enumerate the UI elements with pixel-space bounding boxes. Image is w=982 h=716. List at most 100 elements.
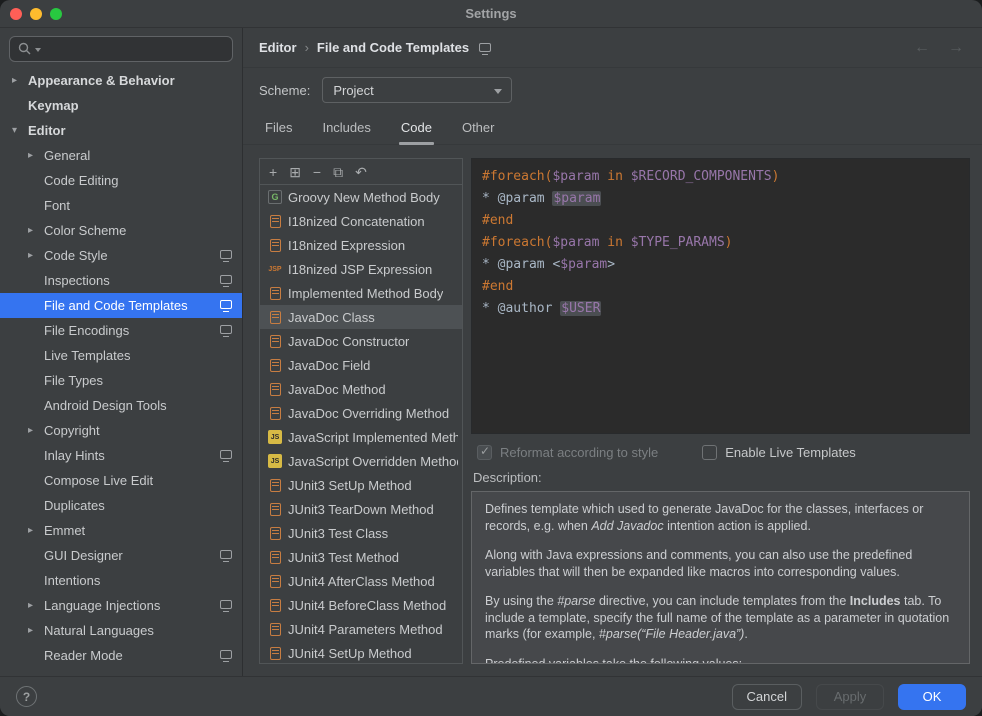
template-item-junit4-beforeclass-method[interactable]: JUnit4 BeforeClass Method	[260, 593, 462, 617]
search-history-chevron-icon[interactable]	[35, 48, 41, 52]
template-item-i18nized-jsp-expression[interactable]: JSPI18nized JSP Expression	[260, 257, 462, 281]
template-item-junit4-parameters-method[interactable]: JUnit4 Parameters Method	[260, 617, 462, 641]
template-code-editor[interactable]: #foreach($param in $RECORD_COMPONENTS) *…	[471, 158, 970, 434]
sidebar-item-keymap[interactable]: Keymap	[0, 93, 242, 118]
reset-template-icon[interactable]: ↶	[355, 165, 367, 179]
scheme-select[interactable]: Project	[322, 77, 512, 103]
jsp-file-icon: JSP	[268, 262, 282, 276]
sidebar-item-duplicates[interactable]: Duplicates	[0, 493, 242, 518]
sidebar-item-label: Font	[44, 198, 70, 213]
sidebar-item-appearance-behavior[interactable]: ▸Appearance & Behavior	[0, 68, 242, 93]
template-item-javadoc-overriding-method[interactable]: JavaDoc Overriding Method	[260, 401, 462, 425]
sidebar-item-editor[interactable]: ▾Editor	[0, 118, 242, 143]
tab-files[interactable]: Files	[263, 120, 294, 144]
sidebar-item-emmet[interactable]: ▸Emmet	[0, 518, 242, 543]
copy-template-icon[interactable]: ⧉	[333, 165, 343, 179]
cancel-button[interactable]: Cancel	[732, 684, 802, 710]
zoom-button[interactable]	[50, 8, 62, 20]
template-item-javadoc-method[interactable]: JavaDoc Method	[260, 377, 462, 401]
template-item-junit3-test-class[interactable]: JUnit3 Test Class	[260, 521, 462, 545]
template-item-implemented-method-body[interactable]: Implemented Method Body	[260, 281, 462, 305]
sidebar-item-label: Inlay Hints	[44, 448, 105, 463]
template-item-javadoc-constructor[interactable]: JavaDoc Constructor	[260, 329, 462, 353]
template-item-javascript-implemented-method[interactable]: JS JavaScript Implemented Method	[260, 425, 462, 449]
sidebar-item-label: Color Scheme	[44, 223, 126, 238]
sidebar-item-file-and-code-templates[interactable]: File and Code Templates	[0, 293, 242, 318]
code-line: #end	[482, 210, 959, 232]
ide-config-icon	[220, 250, 232, 259]
template-item-label: JUnit3 Test Class	[288, 526, 388, 541]
template-item-groovy-new-method-body[interactable]: GGroovy New Method Body	[260, 185, 462, 209]
chevron-right-icon[interactable]: ▸	[28, 150, 44, 161]
sidebar-item-file-types[interactable]: File Types	[0, 368, 242, 393]
template-file-icon	[270, 215, 281, 228]
chevron-right-icon[interactable]: ▸	[28, 625, 44, 636]
template-item-label: JavaScript Implemented Method	[288, 430, 458, 445]
template-file-icon	[270, 287, 281, 300]
breadcrumb-current: File and Code Templates	[317, 40, 469, 55]
template-item-javascript-overridden-method[interactable]: JSJavaScript Overridden Method	[260, 449, 462, 473]
sidebar-item-file-encodings[interactable]: File Encodings	[0, 318, 242, 343]
search-input[interactable]	[9, 36, 233, 62]
scheme-value: Project	[333, 83, 373, 98]
window-title: Settings	[0, 6, 982, 21]
template-item-junit3-test-method[interactable]: JUnit3 Test Method	[260, 545, 462, 569]
js-file-icon: JS	[268, 430, 282, 444]
minimize-button[interactable]	[30, 8, 42, 20]
sidebar-item-font[interactable]: Font	[0, 193, 242, 218]
sidebar-item-intentions[interactable]: Intentions	[0, 568, 242, 593]
breadcrumb-parent[interactable]: Editor	[259, 40, 297, 55]
sidebar-item-reader-mode[interactable]: Reader Mode	[0, 643, 242, 668]
template-item-i18nized-expression[interactable]: I18nized Expression	[260, 233, 462, 257]
code-line: #end	[482, 276, 959, 298]
sidebar-item-inspections[interactable]: Inspections	[0, 268, 242, 293]
template-item-junit3-setup-method[interactable]: JUnit3 SetUp Method	[260, 473, 462, 497]
sidebar-item-inlay-hints[interactable]: Inlay Hints	[0, 443, 242, 468]
description-paragraph: By using the #parse directive, you can i…	[485, 593, 956, 643]
sidebar-item-color-scheme[interactable]: ▸Color Scheme	[0, 218, 242, 243]
sidebar-item-code-editing[interactable]: Code Editing	[0, 168, 242, 193]
chevron-right-icon[interactable]: ▸	[28, 225, 44, 236]
sidebar-item-label: Compose Live Edit	[44, 473, 153, 488]
tab-other[interactable]: Other	[460, 120, 497, 144]
chevron-right-icon[interactable]: ▸	[28, 600, 44, 611]
sidebar-item-compose-live-edit[interactable]: Compose Live Edit	[0, 468, 242, 493]
enable-live-templates-checkbox[interactable]: Enable Live Templates	[702, 445, 856, 460]
sidebar-item-natural-languages[interactable]: ▸Natural Languages	[0, 618, 242, 643]
sidebar-item-general[interactable]: ▸General	[0, 143, 242, 168]
scheme-row: Scheme: Project	[243, 68, 982, 112]
ide-config-icon	[220, 275, 232, 284]
chevron-right-icon[interactable]: ▸	[28, 525, 44, 536]
template-item-junit4-setup-method[interactable]: JUnit4 SetUp Method	[260, 641, 462, 663]
reformat-checkbox: Reformat according to style	[477, 445, 658, 460]
create-child-template-icon[interactable]: ⊞	[289, 165, 301, 179]
chevron-right-icon[interactable]: ▸	[28, 250, 44, 261]
sidebar-item-copyright[interactable]: ▸Copyright	[0, 418, 242, 443]
help-button[interactable]: ?	[16, 686, 37, 707]
sidebar-item-language-injections[interactable]: ▸Language Injections	[0, 593, 242, 618]
sidebar-item-gui-designer[interactable]: GUI Designer	[0, 543, 242, 568]
template-item-label: JUnit3 TearDown Method	[288, 502, 434, 517]
tab-includes[interactable]: Includes	[320, 120, 372, 144]
sidebar-item-live-templates[interactable]: Live Templates	[0, 343, 242, 368]
chevron-right-icon[interactable]: ▸	[12, 75, 28, 86]
template-item-javadoc-field[interactable]: JavaDoc Field	[260, 353, 462, 377]
settings-sidebar: ▸Appearance & BehaviorKeymap▾Editor▸Gene…	[0, 28, 243, 676]
template-item-label: Groovy New Method Body	[288, 190, 440, 205]
close-button[interactable]	[10, 8, 22, 20]
tab-code[interactable]: Code	[399, 120, 434, 144]
template-item-i18nized-concatenation[interactable]: I18nized Concatenation	[260, 209, 462, 233]
sidebar-item-android-design-tools[interactable]: Android Design Tools	[0, 393, 242, 418]
template-item-javadoc-class[interactable]: JavaDoc Class	[260, 305, 462, 329]
template-item-junit3-teardown-method[interactable]: JUnit3 TearDown Method	[260, 497, 462, 521]
template-item-label: JavaDoc Overriding Method	[288, 406, 449, 421]
template-item-junit4-afterclass-method[interactable]: JUnit4 AfterClass Method	[260, 569, 462, 593]
add-template-icon[interactable]: +	[269, 165, 277, 179]
remove-template-icon[interactable]: −	[313, 165, 321, 179]
description-box[interactable]: Defines template which used to generate …	[471, 491, 970, 664]
chevron-down-icon[interactable]: ▾	[12, 125, 28, 136]
ok-button[interactable]: OK	[898, 684, 966, 710]
template-file-icon	[270, 623, 281, 636]
sidebar-item-code-style[interactable]: ▸Code Style	[0, 243, 242, 268]
chevron-right-icon[interactable]: ▸	[28, 425, 44, 436]
